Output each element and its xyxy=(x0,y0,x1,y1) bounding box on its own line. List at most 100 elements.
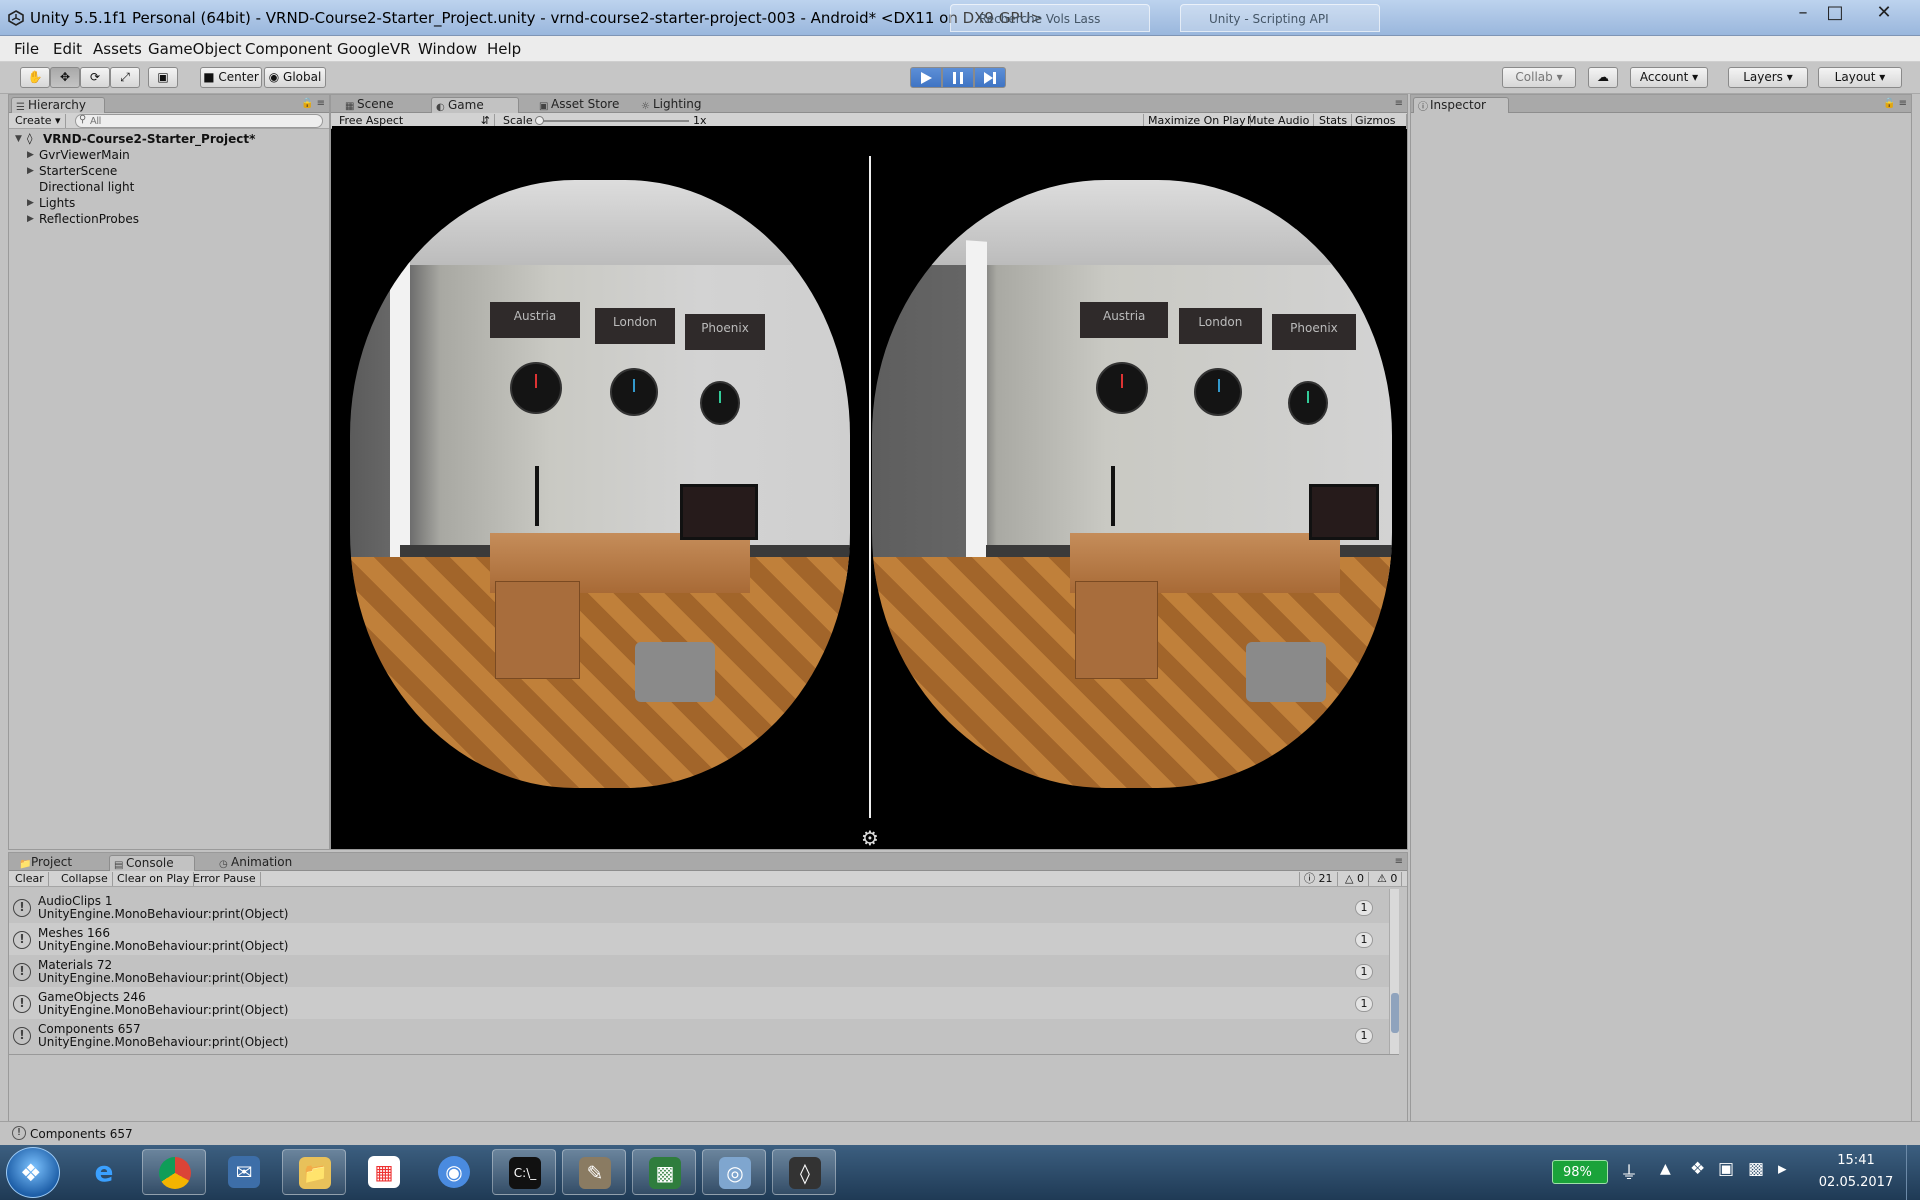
minimize-button[interactable]: – xyxy=(1788,2,1818,26)
collapse-arrow-icon[interactable]: ▶ xyxy=(27,211,34,227)
log-count-toggle[interactable]: ⓘ 21 xyxy=(1299,872,1338,886)
move-tool-button[interactable]: ✥ xyxy=(50,67,80,88)
tab-scene[interactable]: ▦ Scene xyxy=(341,97,423,113)
error-count-toggle[interactable]: ⚠ 0 xyxy=(1373,872,1403,886)
game-view[interactable]: Austria London Phoenix ⚙ Austria London … xyxy=(332,126,1406,848)
taskbar-apps[interactable]: ▦ xyxy=(352,1149,416,1195)
step-button[interactable] xyxy=(974,67,1006,88)
dropbox-icon[interactable]: ❖ xyxy=(1690,1159,1705,1179)
collab-button[interactable]: Collab ▾ xyxy=(1502,67,1576,88)
console-scrollbar-thumb[interactable] xyxy=(1391,993,1399,1033)
menu-gameobject[interactable]: GameObject xyxy=(148,40,242,58)
cloud-button[interactable]: ☁ xyxy=(1588,67,1618,88)
show-desktop-button[interactable] xyxy=(1906,1145,1920,1200)
clock-icon: ◷ xyxy=(219,859,228,870)
play-button[interactable] xyxy=(910,67,942,88)
hierarchy-item-starterscene[interactable]: ▶ StarterScene xyxy=(27,163,327,179)
scale-slider[interactable] xyxy=(535,116,689,125)
device-icon[interactable]: ▣ xyxy=(1718,1159,1734,1179)
taskbar-thunderbird[interactable]: ✉ xyxy=(212,1149,276,1195)
battery-indicator[interactable]: 98% xyxy=(1552,1160,1608,1184)
tab-hierarchy[interactable]: ☰ Hierarchy xyxy=(11,97,105,113)
speaker-icon[interactable]: ▸ xyxy=(1778,1159,1787,1179)
hierarchy-item-directional-light[interactable]: Directional light xyxy=(27,179,327,195)
tab-inspector[interactable]: ⓘ Inspector xyxy=(1413,97,1509,113)
console-entry[interactable]: ! Components 657 UnityEngine.MonoBehavio… xyxy=(9,1019,1399,1051)
console-entry[interactable]: ! Materials 72 UnityEngine.MonoBehaviour… xyxy=(9,955,1399,987)
maximize-button[interactable]: □ xyxy=(1820,2,1850,26)
taskbar-chromium[interactable]: ◉ xyxy=(422,1149,486,1195)
scale-slider-thumb[interactable] xyxy=(535,116,544,125)
pivot-toggle-button[interactable]: ■ Center xyxy=(200,67,262,88)
hierarchy-item-gvrviewermain[interactable]: ▶ GvrViewerMain xyxy=(27,147,327,163)
rect-tool-button[interactable]: ▣ xyxy=(148,67,178,88)
taskbar-gimp[interactable]: ✎ xyxy=(562,1149,626,1195)
space-toggle-button[interactable]: ◉ Global xyxy=(264,67,326,88)
console-clear-on-play-button[interactable]: Clear on Play xyxy=(113,872,195,886)
app-grid-icon: ▦ xyxy=(368,1156,400,1188)
scale-tool-button[interactable]: ⤢ xyxy=(110,67,140,88)
collapse-count-badge: 1 xyxy=(1355,996,1373,1012)
hierarchy-search-input[interactable] xyxy=(75,114,323,128)
status-message[interactable]: Components 657 xyxy=(30,1127,133,1141)
console-entry[interactable]: ! GameObjects 246 UnityEngine.MonoBehavi… xyxy=(9,987,1399,1019)
hierarchy-item-reflectionprobes[interactable]: ▶ ReflectionProbes xyxy=(27,211,327,227)
console-entry[interactable]: ! Meshes 166 UnityEngine.MonoBehaviour:p… xyxy=(9,923,1399,955)
left-eye-view: Austria London Phoenix xyxy=(350,180,850,788)
store-icon: ▣ xyxy=(539,101,549,112)
warning-count-toggle[interactable]: △ 0 xyxy=(1341,872,1369,886)
taskbar-app[interactable]: ◎ xyxy=(702,1149,766,1195)
power-plug-icon[interactable]: ⏚ xyxy=(1620,1159,1638,1185)
console-error-pause-button[interactable]: Error Pause xyxy=(189,872,261,886)
account-dropdown[interactable]: Account ▾ xyxy=(1630,67,1708,88)
layers-dropdown[interactable]: Layers ▾ xyxy=(1728,67,1808,88)
tab-lighting[interactable]: ☼ Lighting xyxy=(637,97,721,113)
console-entry[interactable]: ! AudioClips 1 UnityEngine.MonoBehaviour… xyxy=(9,891,1399,923)
console-scrollbar[interactable] xyxy=(1389,889,1399,1054)
internet-explorer-icon: e xyxy=(94,1155,114,1188)
panel-options-icon[interactable]: 🔒 ≡ xyxy=(301,98,325,109)
network-signal-icon[interactable]: ▩ xyxy=(1748,1159,1764,1179)
start-button[interactable]: ❖ xyxy=(6,1147,60,1198)
taskbar-unity[interactable]: ◊ xyxy=(772,1149,836,1195)
console-collapse-button[interactable]: Collapse xyxy=(57,872,113,886)
monitor-icon: ▩ xyxy=(649,1157,681,1189)
menu-file[interactable]: File xyxy=(14,40,39,58)
hand-tool-button[interactable]: ✋ xyxy=(20,67,50,88)
taskbar-system-monitor[interactable]: ▩ xyxy=(632,1149,696,1195)
console-clear-button[interactable]: Clear xyxy=(11,872,49,886)
menu-edit[interactable]: Edit xyxy=(53,40,82,58)
error-icon: ⚠ xyxy=(1377,872,1387,885)
panel-options-icon[interactable]: ≡ xyxy=(1395,856,1403,867)
tab-project[interactable]: 📁 Project xyxy=(15,855,95,871)
hierarchy-item-lights[interactable]: ▶ Lights xyxy=(27,195,327,211)
settings-gear-icon[interactable]: ⚙ xyxy=(861,826,879,848)
layout-dropdown[interactable]: Layout ▾ xyxy=(1818,67,1902,88)
menu-assets[interactable]: Assets xyxy=(93,40,142,58)
clock-tray[interactable]: 15:41 02.05.2017 xyxy=(1810,1145,1902,1200)
taskbar-file-explorer[interactable]: 📁 xyxy=(282,1149,346,1195)
menu-component[interactable]: Component xyxy=(245,40,332,58)
status-info-icon: ! xyxy=(12,1126,26,1140)
panel-options-icon[interactable]: 🔒 ≡ xyxy=(1883,98,1907,109)
menu-window[interactable]: Window xyxy=(418,40,477,58)
tab-asset-store[interactable]: ▣ Asset Store xyxy=(535,97,631,113)
tab-animation[interactable]: ◷ Animation xyxy=(215,855,307,871)
collapse-arrow-icon[interactable]: ▶ xyxy=(27,163,34,179)
menu-help[interactable]: Help xyxy=(487,40,521,58)
tab-console[interactable]: ▤ Console xyxy=(109,855,195,871)
panel-options-icon[interactable]: ≡ xyxy=(1395,98,1403,109)
rotate-tool-button[interactable]: ⟳ xyxy=(80,67,110,88)
taskbar-chrome[interactable] xyxy=(142,1149,206,1195)
pause-button[interactable] xyxy=(942,67,974,88)
taskbar-internet-explorer[interactable]: e xyxy=(72,1149,136,1195)
tab-game[interactable]: ◐ Game xyxy=(431,97,519,113)
collapse-arrow-icon[interactable]: ▶ xyxy=(27,195,34,211)
tray-expand-icon[interactable]: ▲ xyxy=(1660,1161,1671,1177)
taskbar-command-prompt[interactable]: C:\_ xyxy=(492,1149,556,1195)
expand-arrow-icon[interactable]: ▼ xyxy=(15,131,22,147)
menu-googlevr[interactable]: GoogleVR xyxy=(337,40,411,58)
create-dropdown[interactable]: Create ▾ xyxy=(11,114,66,128)
collapse-arrow-icon[interactable]: ▶ xyxy=(27,147,34,163)
close-button[interactable]: ✕ xyxy=(1862,2,1906,26)
